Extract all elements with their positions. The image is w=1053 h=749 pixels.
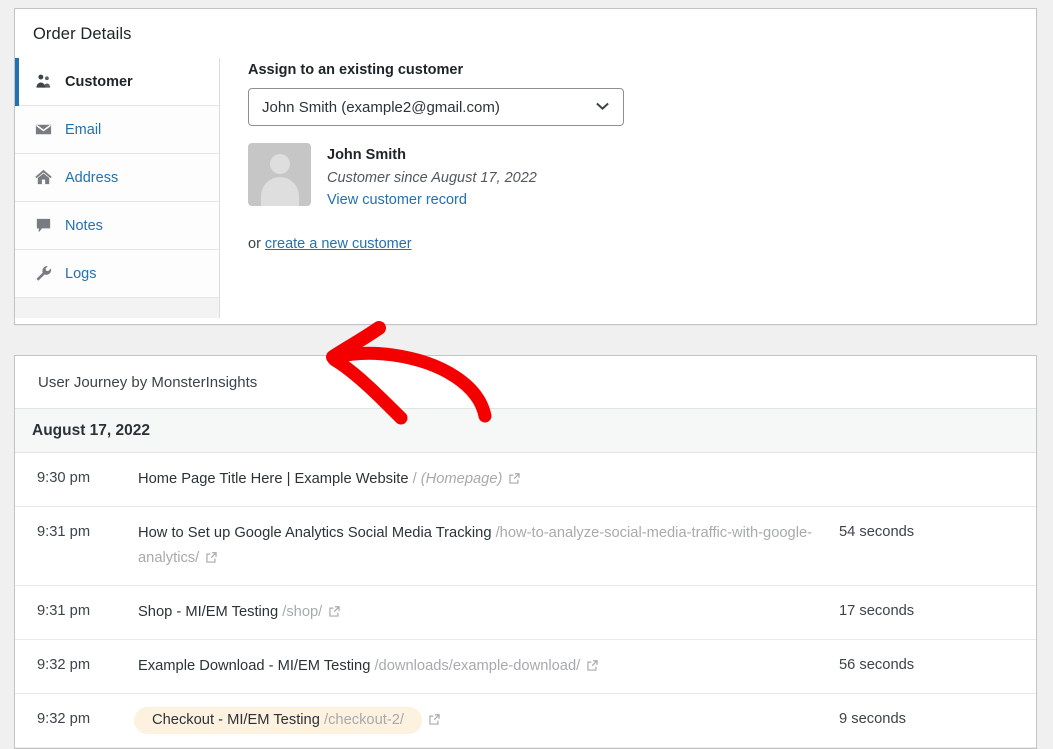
view-customer-record-link[interactable]: View customer record: [327, 189, 537, 212]
journey-row-content: Example Download - MI/EM Testing /downlo…: [138, 658, 580, 674]
journey-rows: 9:30 pmHome Page Title Here | Example We…: [15, 453, 1036, 748]
external-link-icon[interactable]: [428, 713, 441, 726]
journey-row-content: How to Set up Google Analytics Social Me…: [138, 525, 812, 566]
journey-page-path: /shop/: [282, 604, 322, 620]
customer-section: Assign to an existing customer John Smit…: [220, 58, 1036, 318]
journey-row-page: Checkout - MI/EM Testing /checkout-2/: [138, 708, 839, 733]
journey-row-highlight: Checkout - MI/EM Testing /checkout-2/: [134, 707, 422, 734]
journey-page-title: Checkout - MI/EM Testing: [152, 712, 320, 728]
sidebar-item-label: Customer: [65, 74, 133, 90]
customer-summary: John Smith Customer since August 17, 202…: [248, 143, 1036, 212]
user-journey-panel: User Journey by MonsterInsights August 1…: [14, 355, 1037, 749]
customer-info: John Smith Customer since August 17, 202…: [327, 143, 537, 212]
customer-select[interactable]: John Smith (example2@gmail.com): [248, 88, 624, 126]
chevron-down-icon: [595, 101, 610, 113]
user-icon: [34, 72, 53, 91]
journey-row-time: 9:32 pm: [15, 708, 138, 731]
sidebar-item-customer[interactable]: Customer: [15, 58, 219, 106]
journey-row-duration: 54 seconds: [839, 521, 1036, 544]
journey-row-duration: 56 seconds: [839, 654, 1036, 677]
order-details-body: Customer Email: [15, 58, 1036, 318]
create-new-customer-link[interactable]: create a new customer: [265, 236, 412, 252]
journey-page-path: /downloads/example-download/: [374, 658, 580, 674]
journey-row-time: 9:31 pm: [15, 521, 138, 544]
sidebar-item-address[interactable]: Address: [15, 154, 219, 202]
create-customer-row: or create a new customer: [248, 236, 1036, 252]
order-tabs: Customer Email: [15, 58, 220, 318]
journey-page-note: (Homepage): [421, 471, 503, 487]
customer-select-value: John Smith (example2@gmail.com): [262, 99, 500, 116]
journey-page-title: Example Download - MI/EM Testing: [138, 658, 370, 674]
journey-row-content: Shop - MI/EM Testing /shop/: [138, 604, 322, 620]
journey-row-page: How to Set up Google Analytics Social Me…: [138, 521, 839, 571]
tab-column-filler: [15, 298, 219, 318]
external-link-icon[interactable]: [328, 605, 341, 618]
journey-page-path: /checkout-2/: [324, 712, 404, 728]
sidebar-item-label: Email: [65, 122, 101, 138]
sidebar-item-label: Notes: [65, 218, 103, 234]
external-link-icon[interactable]: [205, 551, 218, 564]
journey-page-title: Home Page Title Here | Example Website: [138, 471, 408, 487]
journey-row-duration: 17 seconds: [839, 600, 1036, 623]
wrench-icon: [34, 264, 53, 283]
or-label: or: [248, 236, 265, 252]
envelope-icon: [34, 120, 53, 139]
customer-name: John Smith: [327, 145, 537, 167]
customer-since: Customer since August 17, 2022: [327, 167, 537, 189]
home-icon: [34, 168, 53, 187]
journey-page-path: /: [413, 471, 417, 487]
journey-row-page: Example Download - MI/EM Testing /downlo…: [138, 654, 839, 679]
journey-row-time: 9:30 pm: [15, 467, 138, 490]
user-journey-title: User Journey by MonsterInsights: [15, 356, 1036, 409]
avatar: [248, 143, 311, 206]
journey-page-title: How to Set up Google Analytics Social Me…: [138, 525, 492, 541]
order-details-panel: Order Details Customer: [14, 8, 1037, 325]
journey-row-content: Home Page Title Here | Example Website /…: [138, 471, 502, 487]
sidebar-item-email[interactable]: Email: [15, 106, 219, 154]
sidebar-item-label: Logs: [65, 266, 96, 282]
table-row: 9:31 pmShop - MI/EM Testing /shop/17 sec…: [15, 586, 1036, 640]
sidebar-item-notes[interactable]: Notes: [15, 202, 219, 250]
assign-customer-label: Assign to an existing customer: [248, 62, 1036, 78]
journey-row-page: Shop - MI/EM Testing /shop/: [138, 600, 839, 625]
external-link-icon[interactable]: [508, 472, 521, 485]
journey-date-header: August 17, 2022: [15, 409, 1036, 453]
journey-page-title: Shop - MI/EM Testing: [138, 604, 278, 620]
journey-row-time: 9:31 pm: [15, 600, 138, 623]
table-row: 9:32 pmExample Download - MI/EM Testing …: [15, 640, 1036, 694]
journey-row-duration: 9 seconds: [839, 708, 1036, 731]
sidebar-item-label: Address: [65, 170, 118, 186]
comment-icon: [34, 216, 53, 235]
sidebar-item-logs[interactable]: Logs: [15, 250, 219, 298]
page-title: Order Details: [15, 9, 1036, 44]
table-row: 9:31 pmHow to Set up Google Analytics So…: [15, 507, 1036, 586]
journey-row-page: Home Page Title Here | Example Website /…: [138, 467, 839, 492]
external-link-icon[interactable]: [586, 659, 599, 672]
journey-row-time: 9:32 pm: [15, 654, 138, 677]
table-row: 9:30 pmHome Page Title Here | Example We…: [15, 453, 1036, 507]
